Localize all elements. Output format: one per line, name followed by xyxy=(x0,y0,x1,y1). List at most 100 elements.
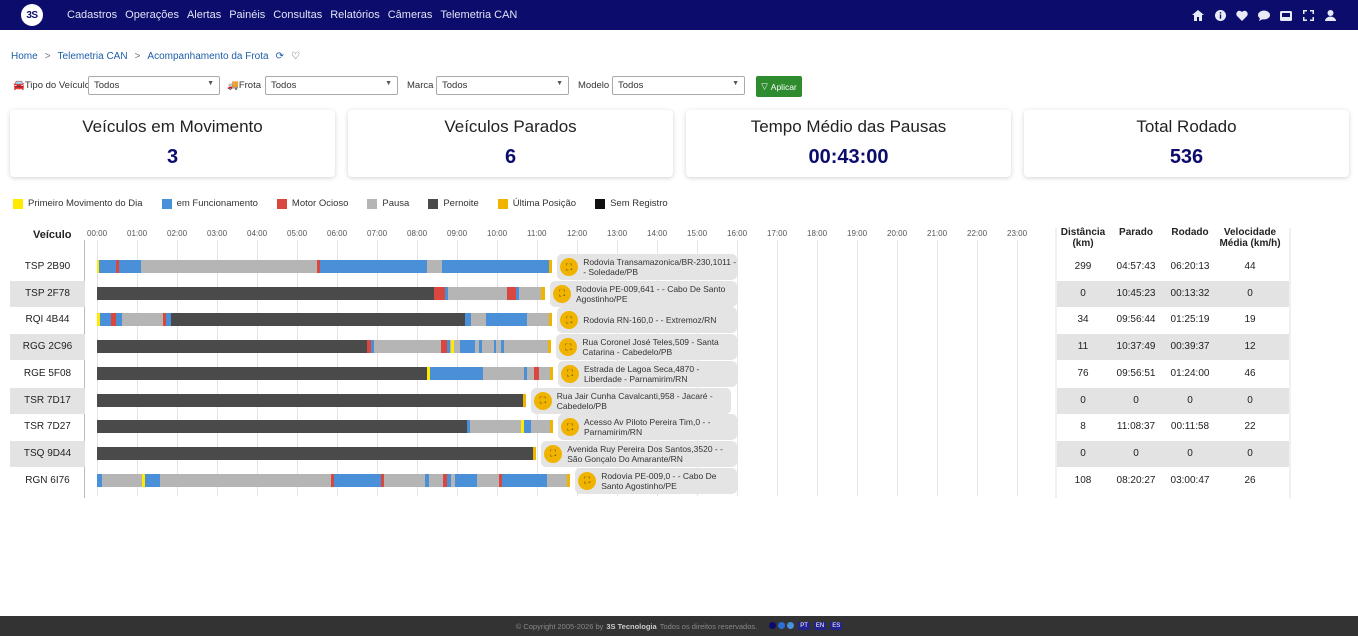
vehicle-plate[interactable]: TSR 7D17 xyxy=(10,395,85,406)
timeline-segment-pause[interactable] xyxy=(373,340,441,354)
timeline-segment-last-pos[interactable] xyxy=(549,366,553,380)
timeline-segment-pause[interactable] xyxy=(477,473,499,487)
refresh-icon[interactable]: ⟳ xyxy=(276,51,284,62)
last-position-address[interactable]: ⛶ Rodovia Transamazonica/BR-230,1011 - - … xyxy=(557,254,737,280)
timeline-segment-pause[interactable] xyxy=(429,473,443,487)
timeline-segment-pause[interactable] xyxy=(527,313,549,327)
heart-icon[interactable] xyxy=(1236,9,1248,21)
timeline-segment-overnight[interactable] xyxy=(97,420,467,434)
timeline-segment-pause[interactable] xyxy=(481,340,494,354)
timeline-segment-pause[interactable] xyxy=(141,260,317,273)
theme-dot-icon[interactable] xyxy=(787,621,795,629)
timeline-segment-running[interactable] xyxy=(119,260,141,273)
map-pin-icon[interactable]: ⛶ xyxy=(560,258,579,276)
vehicle-plate[interactable]: RGG 2C96 xyxy=(10,341,85,352)
vehicle-type-select[interactable]: Todos ▼ xyxy=(88,76,220,95)
timeline-segment-running[interactable] xyxy=(145,473,161,487)
timeline-segment-pause[interactable] xyxy=(504,340,549,354)
timeline-segment-last-pos[interactable] xyxy=(548,340,552,354)
timeline-segment-last-pos[interactable] xyxy=(541,286,545,300)
timeline-segment-pause[interactable] xyxy=(121,313,163,327)
timeline-segment-last-pos[interactable] xyxy=(549,260,553,273)
timeline-segment-pause[interactable] xyxy=(531,420,550,434)
map-pin-icon[interactable]: ⛶ xyxy=(533,391,552,410)
timeline-segment-pause[interactable] xyxy=(427,260,442,273)
menu-item-opera-es[interactable]: Operações xyxy=(125,9,179,21)
timeline-segment-pause[interactable] xyxy=(160,473,331,487)
vehicle-plate[interactable]: TSP 2B90 xyxy=(10,261,85,272)
timeline-segment-overnight[interactable] xyxy=(97,340,367,354)
last-position-address[interactable]: ⛶ Estrada de Lagoa Seca,4870 - Liberdade … xyxy=(558,360,737,387)
timeline-segment-running[interactable] xyxy=(333,473,381,487)
timeline-segment-running[interactable] xyxy=(99,260,117,273)
timeline-segment-pause[interactable] xyxy=(469,420,521,434)
map-pin-icon[interactable]: ⛶ xyxy=(561,418,579,437)
timeline-segment-last-pos[interactable] xyxy=(533,446,537,460)
timeline-segment-pause[interactable] xyxy=(547,473,567,487)
lang-es[interactable]: ES xyxy=(830,622,843,630)
timeline-segment-overnight[interactable] xyxy=(97,446,533,460)
favorite-heart-icon[interactable]: ♡ xyxy=(291,51,300,62)
last-position-address[interactable]: ⛶ Avenida Ruy Pereira Dos Santos,3520 - -… xyxy=(541,440,737,467)
vehicle-plate[interactable]: TSQ 9D44 xyxy=(10,448,85,459)
timeline-segment-running[interactable] xyxy=(100,313,111,327)
model-select[interactable]: Todos ▼ xyxy=(612,76,745,95)
timeline-segment-running[interactable] xyxy=(524,420,531,434)
inbox-icon[interactable] xyxy=(1280,9,1292,21)
timeline-segment-running[interactable] xyxy=(460,340,475,354)
timeline-segment-running[interactable] xyxy=(429,366,483,380)
timeline-segment-overnight[interactable] xyxy=(97,393,523,407)
timeline-segment-pause[interactable] xyxy=(471,313,486,327)
fleet-select[interactable]: Todos ▼ xyxy=(265,76,398,95)
map-pin-icon[interactable]: ⛶ xyxy=(544,444,563,463)
menu-item-alertas[interactable]: Alertas xyxy=(187,9,221,21)
map-pin-icon[interactable]: ⛶ xyxy=(560,311,579,330)
timeline-segment-pause[interactable] xyxy=(101,473,142,487)
user-icon[interactable] xyxy=(1324,9,1336,21)
company-link[interactable]: 3S Tecnologia xyxy=(606,622,656,631)
menu-item-telemetria-can[interactable]: Telemetria CAN xyxy=(440,9,517,21)
menu-item-cadastros[interactable]: Cadastros xyxy=(67,9,117,21)
timeline-segment-last-pos[interactable] xyxy=(549,313,553,327)
timeline-segment-overnight[interactable] xyxy=(171,313,465,327)
timeline-segment-last-pos[interactable] xyxy=(523,393,526,407)
breadcrumb-home[interactable]: Home xyxy=(11,51,38,62)
last-position-address[interactable]: ⛶ Rua Jair Cunha Cavalcanti,958 - Jacaré … xyxy=(530,387,731,414)
timeline-segment-running[interactable] xyxy=(441,260,549,273)
timeline-segment-running[interactable] xyxy=(455,473,477,487)
menu-item-pain-is[interactable]: Painéis xyxy=(229,9,265,21)
vehicle-plate[interactable]: RQI 4B44 xyxy=(10,314,85,325)
last-position-address[interactable]: ⛶ Rodovia PE-009,641 - - Cabo De Santo Ag… xyxy=(550,280,737,307)
theme-dot-icon[interactable] xyxy=(778,621,786,629)
timeline-segment-last-pos[interactable] xyxy=(567,473,571,487)
lang-en[interactable]: EN xyxy=(813,622,827,630)
timeline-segment-overnight[interactable] xyxy=(97,286,434,300)
timeline-segment-idle[interactable] xyxy=(433,286,445,300)
apply-filter-button[interactable]: ▽ Aplicar xyxy=(756,76,802,97)
theme-dot-icon[interactable] xyxy=(769,621,777,629)
vehicle-plate[interactable]: RGE 5F08 xyxy=(10,368,85,379)
brand-logo[interactable]: 3S xyxy=(21,4,43,26)
timeline-segment-pause[interactable] xyxy=(519,286,541,300)
info-icon[interactable] xyxy=(1214,9,1226,21)
timeline-segment-overnight[interactable] xyxy=(97,366,427,380)
brand-select[interactable]: Todos ▼ xyxy=(436,76,569,95)
breadcrumb-telemetria[interactable]: Telemetria CAN xyxy=(58,51,128,62)
vehicle-plate[interactable]: TSP 2F78 xyxy=(10,288,85,299)
timeline-segment-pause[interactable] xyxy=(527,366,534,380)
timeline-segment-running[interactable] xyxy=(501,473,547,487)
last-position-address[interactable]: ⛶ Acesso Av Piloto Pereira Tim,0 - - Parn… xyxy=(558,414,737,441)
timeline-segment-running[interactable] xyxy=(485,313,527,327)
map-pin-icon[interactable]: ⛶ xyxy=(561,364,579,383)
timeline-segment-pause[interactable] xyxy=(483,366,525,380)
last-position-address[interactable]: ⛶ Rodovia RN-160,0 - - Extremoz/RN xyxy=(557,307,737,334)
map-pin-icon[interactable]: ⛶ xyxy=(559,338,578,357)
home-icon[interactable] xyxy=(1192,9,1204,21)
menu-item-consultas[interactable]: Consultas xyxy=(273,9,322,21)
map-pin-icon[interactable]: ⛶ xyxy=(578,471,597,490)
lang-pt[interactable]: PT xyxy=(798,622,810,630)
chat-icon[interactable] xyxy=(1258,9,1270,21)
vehicle-plate[interactable]: RGN 6I76 xyxy=(10,475,85,486)
last-position-address[interactable]: ⛶ Rodovia PE-009,0 - - Cabo De Santo Agos… xyxy=(575,467,737,494)
timeline-segment-running[interactable] xyxy=(319,260,427,273)
